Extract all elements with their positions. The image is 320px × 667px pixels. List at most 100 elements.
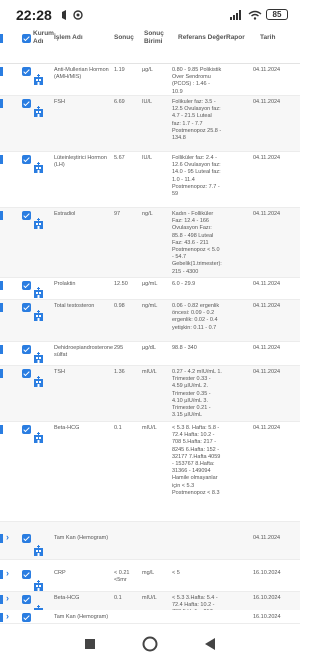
table-row[interactable]: Prolaktin 12.50 µg/mL 6.0 - 29.9 04.11.2… [0,278,300,300]
row-checkbox[interactable] [22,534,31,543]
hospital-icon [34,376,43,387]
test-name: Beta-HCG [54,595,80,601]
column-tarih[interactable]: Tarih [260,34,290,42]
table-row[interactable]: Anti-Mullerian Hormon (AMH/MIS) 1.19 µg/… [0,64,300,96]
status-time: 22:28 [16,7,52,23]
test-reference: 6.0 - 29.9 [172,281,196,287]
test-date: 04.11.2024 [253,67,281,73]
test-name: TSH [54,369,65,375]
home-icon[interactable] [142,636,158,652]
test-unit: µg/L [142,67,153,73]
alarm-icon [62,10,66,20]
table-row[interactable]: › Tam Kan (Hemogram) 16.10.2024 [0,610,300,624]
column-kurum-adi[interactable]: Kurum Adı [33,30,54,45]
back-icon[interactable] [204,637,216,651]
hospital-icon [34,106,43,117]
test-reference: 0.27 - 4.2 mIU/mL 1. Trimester 0.33 - 4.… [172,369,222,419]
test-date: 04.11.2024 [253,155,281,161]
table-row[interactable]: › CRP < 0.21 <5mr mg/L < 5 16.10.2024 [0,560,300,592]
column-sonuc-birimi[interactable]: Sonuç Birimi [144,30,170,45]
column-referans-degeri[interactable]: Referans Değeri [178,34,228,42]
row-checkbox[interactable] [22,369,31,378]
test-name: Dehidroepiandrosterone sülfat [54,345,114,359]
test-name: Lüteinleştirici Hormon (LH) [54,155,107,169]
status-bar: 22:28 85 [0,0,300,30]
test-reference: 98.8 - 340 [172,345,197,351]
row-checkbox[interactable] [22,67,31,76]
test-result: 0.98 [114,303,125,309]
wifi-icon [248,10,262,20]
row-checkbox[interactable] [22,595,31,604]
table-row[interactable]: TSH 1.36 mIU/L 0.27 - 4.2 mIU/mL 1. Trim… [0,366,300,422]
select-all-checkbox[interactable] [22,34,31,43]
column-sonuc[interactable]: Sonuç [114,34,140,42]
hospital-icon [34,287,43,298]
test-unit: ng/mL [142,303,158,309]
hospital-icon [34,352,43,363]
chevron-right-icon[interactable]: › [6,568,9,578]
test-unit: µg/mL [142,281,158,287]
system-icons: 85 [230,9,288,20]
test-name: Prolaktin [54,281,76,287]
table-row[interactable]: Estradiol 97 ng/L Kadın - Folliküler Faz… [0,208,300,278]
table-row[interactable]: Total testosteron 0.98 ng/mL 0.06 - 0.82… [0,300,300,342]
test-date: 04.11.2024 [253,281,281,287]
test-date: 04.11.2024 [253,369,281,375]
hospital-icon [34,545,43,556]
test-date: 04.11.2024 [253,425,281,431]
test-reference: Folliküler faz: 2.4 - 12.6 Ovulasyon faz… [172,155,221,198]
test-date: 16.10.2024 [253,595,281,601]
test-name: Tam Kan (Hemogram) [54,614,109,620]
row-checkbox[interactable] [22,425,31,434]
test-date: 16.10.2024 [253,570,281,576]
chevron-right-icon[interactable]: › [6,593,9,603]
test-unit: mg/L [142,570,155,576]
row-checkbox[interactable] [22,155,31,164]
test-unit: µg/dL [142,345,156,351]
hospital-icon [34,432,43,443]
column-islem-adi[interactable]: İşlem Adı [54,34,104,42]
test-date: 04.11.2024 [253,99,281,105]
row-checkbox[interactable] [22,99,31,108]
row-checkbox[interactable] [22,345,31,354]
table-row[interactable]: FSH 6.69 IU/L Folikuler faz: 3.5 - 12.5 … [0,96,300,152]
test-unit: mIU/L [142,595,157,601]
table-row[interactable]: Beta-HCG 0.1 mIU/L < 5.3 8. Hafta: 5.8 -… [0,422,300,522]
test-reference: 0.06 - 0.82 ergenlik öncesi: 0.09 - 0.2 … [172,303,220,331]
hospital-icon [34,310,43,321]
test-result: 5.67 [114,155,125,161]
test-result: < 0.21 <5mr [114,570,130,584]
test-name: CRP [54,570,66,576]
column-rapor[interactable]: Rapor [226,34,250,42]
hospital-icon [34,74,43,85]
row-checkbox[interactable] [22,570,31,579]
test-name: Anti-Mullerian Hormon (AMH/MIS) [54,67,109,81]
test-unit: ng/L [142,211,153,217]
test-unit: mIU/L [142,369,157,375]
test-date: 04.11.2024 [253,535,281,541]
row-checkbox[interactable] [22,211,31,220]
recent-apps-icon[interactable] [84,638,96,650]
row-checkbox[interactable] [22,303,31,312]
chevron-right-icon[interactable]: › [6,611,9,621]
hospital-icon [34,580,43,591]
table-row[interactable]: Lüteinleştirici Hormon (LH) 5.67 IU/L Fo… [0,152,300,208]
test-name: Beta-HCG [54,425,80,431]
system-navigation-bar [0,624,300,667]
table-header: Kurum Adı İşlem Adı Sonuç Sonuç Birimi R… [0,30,300,64]
chevron-right-icon[interactable]: › [6,532,9,542]
header-checkbox-edge[interactable] [0,34,3,43]
row-checkbox[interactable] [22,281,31,290]
battery-icon: 85 [266,9,288,20]
test-name: Total testosteron [54,303,95,309]
row-checkbox[interactable] [22,613,31,622]
test-name: Tam Kan (Hemogram) [54,535,109,541]
test-unit: mIU/L [142,425,157,431]
table-row[interactable]: › Tam Kan (Hemogram) 04.11.2024 [0,522,300,560]
test-result: 97 [114,211,121,217]
hospital-icon [34,162,43,173]
test-date: 16.10.2024 [253,614,281,620]
test-result: 12.50 [114,281,128,287]
test-result: 1.19 [114,67,125,73]
table-row[interactable]: Dehidroepiandrosterone sülfat 295 µg/dL … [0,342,300,366]
